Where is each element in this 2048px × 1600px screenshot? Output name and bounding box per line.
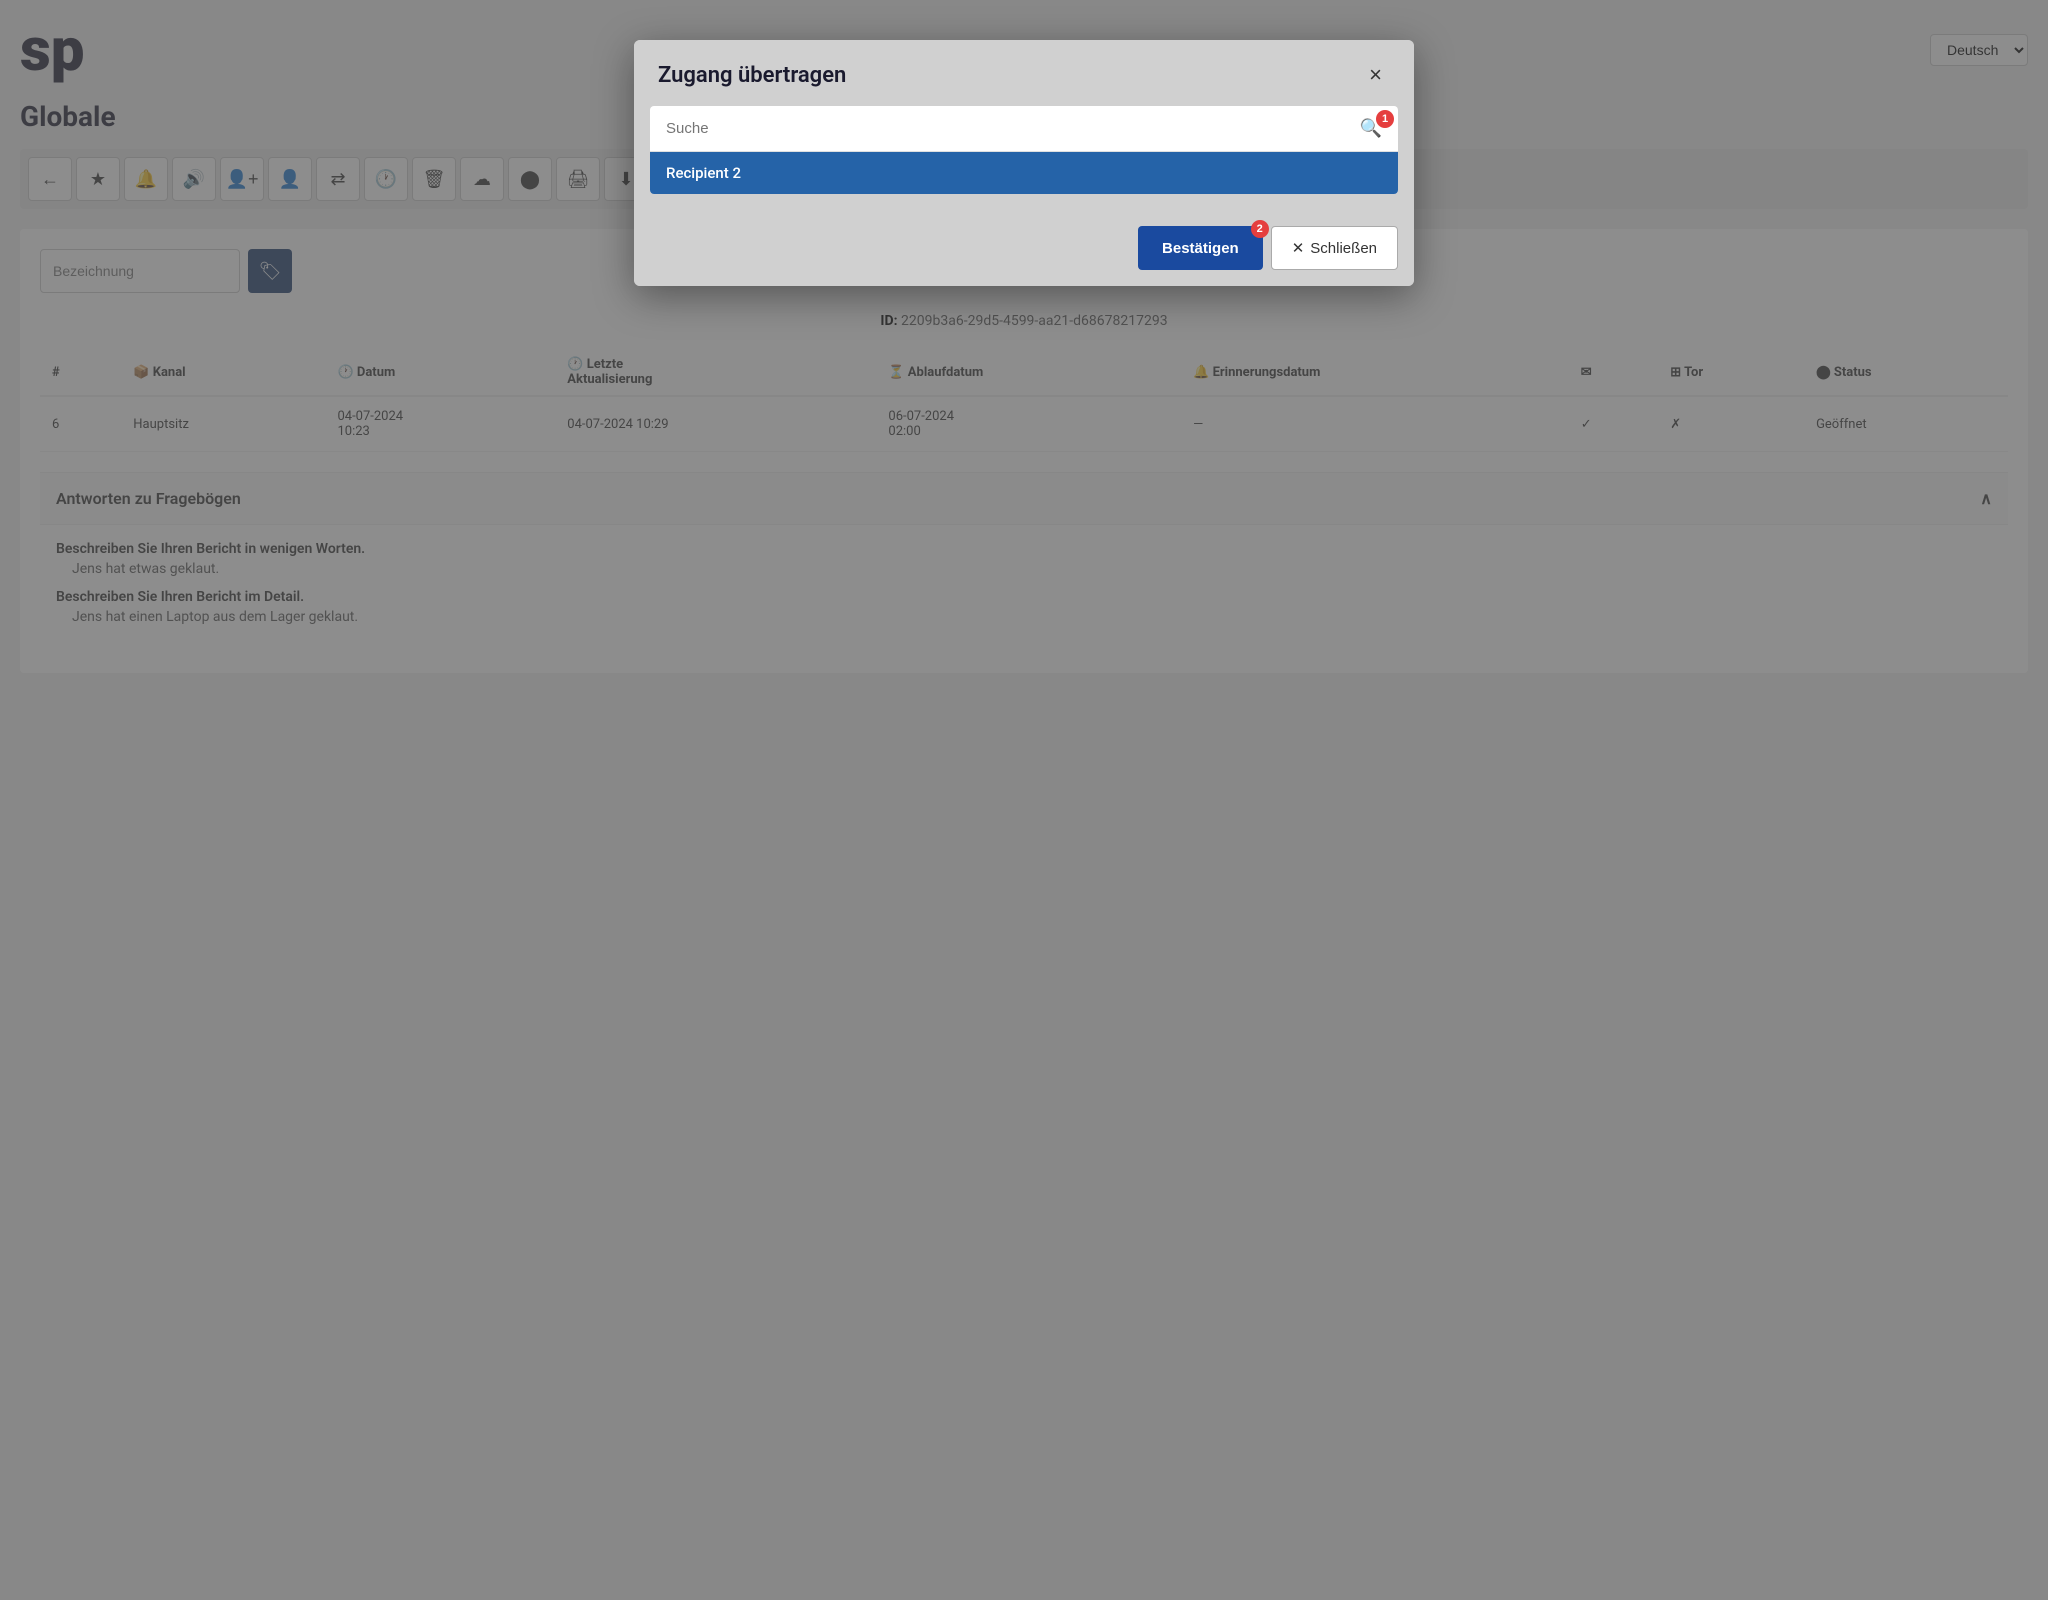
confirm-label: Bestätigen xyxy=(1162,240,1239,257)
transfer-modal: Zugang übertragen × 🔍 1 Recipient 2 Best… xyxy=(634,40,1414,286)
modal-body: 🔍 1 Recipient 2 xyxy=(634,106,1414,210)
recipient-item[interactable]: Recipient 2 xyxy=(650,152,1398,194)
search-button[interactable]: 🔍 1 xyxy=(1352,114,1390,143)
search-row: 🔍 1 xyxy=(650,106,1398,152)
confirm-badge: 2 xyxy=(1251,220,1269,238)
modal-close-x-button[interactable]: × xyxy=(1361,60,1390,90)
search-container: 🔍 1 Recipient 2 xyxy=(650,106,1398,194)
search-badge: 1 xyxy=(1376,110,1394,128)
search-input[interactable] xyxy=(658,114,1352,143)
confirm-button[interactable]: Bestätigen 2 xyxy=(1138,226,1263,270)
close-label: Schließen xyxy=(1310,240,1377,257)
close-button[interactable]: ✕ Schließen xyxy=(1271,226,1398,270)
modal-footer: Bestätigen 2 ✕ Schließen xyxy=(634,210,1414,286)
close-x-icon: ✕ xyxy=(1292,239,1305,257)
modal-title: Zugang übertragen xyxy=(658,63,846,88)
modal-header: Zugang übertragen × xyxy=(634,40,1414,106)
modal-overlay: Zugang übertragen × 🔍 1 Recipient 2 Best… xyxy=(0,0,2048,1600)
